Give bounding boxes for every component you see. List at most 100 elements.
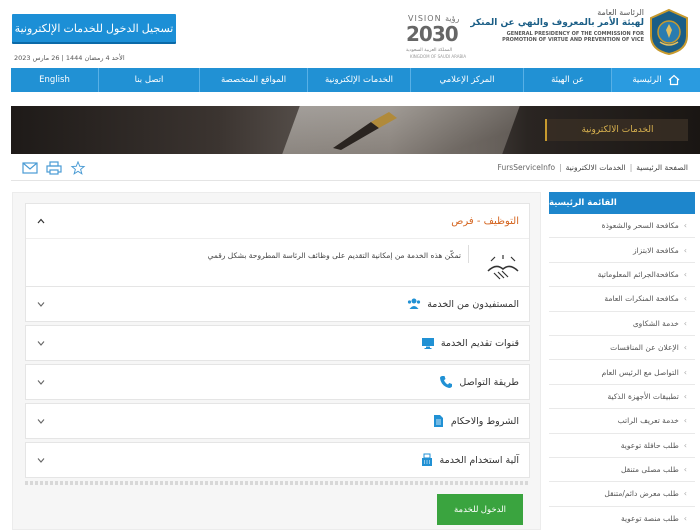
accordion-title-text: المستفيدون من الخدمة [427,298,519,310]
breadcrumb: الصفحة الرئيسية | الخدمات الالكترونية | … [498,163,688,172]
accordion-header-employment[interactable]: التوظيف - فرص [26,204,529,238]
sidebar-item[interactable]: › تطبيقات الأجهزة الذكية [549,385,695,410]
sidebar-menu: القائمة الرئيسية › مكافحة السحر والشعوذة … [549,192,695,530]
accordion-contact-method[interactable]: طريقة التواصل [25,364,530,400]
accordion-title-text: قنوات تقديم الخدمة [440,337,519,349]
sidebar-item[interactable]: › طلب حافلة توعوية [549,434,695,458]
sidebar-item[interactable]: › طلب منصة توعوية [549,507,695,530]
chevron-left-icon: › [683,343,687,353]
vision-sub-en: KINGDOM OF SAUDI ARABIA [410,54,467,59]
chevron-down-icon[interactable] [36,299,46,309]
sidebar-item[interactable]: › مكافحة الابتزاز [549,238,695,263]
page-banner: الخدمات الالكترونية [11,106,700,154]
chevron-down-icon[interactable] [36,455,46,465]
main-nav: الرئيسية عن الهيئة المركز الإعلامي الخدم… [11,68,700,92]
home-icon [668,74,680,86]
divider [11,180,700,181]
email-icon[interactable] [22,161,38,175]
chevron-left-icon: › [683,391,687,401]
nav-media-center[interactable]: المركز الإعلامي [410,68,523,92]
sidebar-item-label: التواصل مع الرئيس العام [601,367,679,377]
accordion-usage-mechanism[interactable]: آلية استخدام الخدمة [25,442,530,478]
users-icon [408,298,421,309]
breadcrumb-separator: | [559,163,562,172]
chevron-down-icon[interactable] [36,416,46,426]
handshake-icon [487,255,519,280]
vision-2030-logo: VISION رؤية 2030 المملكة العربية السعودي… [396,12,474,60]
sidebar-item-label: الإعلان عن المنافسات [610,343,679,353]
sidebar-item-label: مكافحة المنكرات العامة [604,294,679,304]
breadcrumb-services[interactable]: الخدمات الالكترونية [566,163,626,172]
chevron-left-icon: › [683,294,687,304]
enter-service-button[interactable]: الدخول للخدمة [437,494,523,525]
chevron-left-icon: › [683,318,687,328]
nav-about[interactable]: عن الهيئة [523,68,611,92]
sidebar-item-label: تطبيقات الأجهزة الذكية [607,391,679,401]
banner-title: الخدمات الالكترونية [545,119,688,141]
chevron-down-icon[interactable] [36,377,46,387]
nav-eservices[interactable]: الخدمات الإلكترونية [307,68,410,92]
chevron-left-icon: › [683,367,687,377]
org-name-ar-line1: الرئاسة العامة [597,8,644,17]
fax-icon [421,453,432,466]
sidebar-item-label: طلب منصة توعوية [620,513,679,523]
divider [468,245,469,263]
sidebar-item[interactable]: › التواصل مع الرئيس العام [549,360,695,385]
accordion-title: قنوات تقديم الخدمة [421,336,519,350]
sidebar-item[interactable]: › طلب معرض دائم/متنقل [549,482,695,507]
current-date: الأحد 4 رمضان 1444 | 26 مارس 2023 [14,54,125,62]
sidebar-item[interactable]: › طلب مصلى متنقل [549,458,695,483]
chevron-left-icon: › [683,416,687,426]
accordion-title: التوظيف - فرص [451,215,519,227]
chevron-left-icon: › [683,245,687,255]
sidebar-item-label: خدمة تعريف الراتب [617,416,679,426]
accordion-service-channels[interactable]: قنوات تقديم الخدمة [25,325,530,361]
accordion-title-text: طريقة التواصل [459,376,519,388]
sidebar-item[interactable]: › خدمة الشكاوى [549,312,695,336]
accordion-title: آلية استخدام الخدمة [420,453,519,467]
chevron-left-icon: › [683,489,687,499]
accordion-beneficiaries[interactable]: المستفيدون من الخدمة [25,286,530,322]
service-details-panel: التوظيف - فرص تمكّن هذه الخدمة من إمكاني… [12,192,541,530]
chevron-left-icon: › [683,221,687,231]
phone-icon [440,376,453,388]
accordion-title: المستفيدون من الخدمة [407,297,519,311]
sidebar-item[interactable]: › مكافحة السحر والشعوذة [549,214,695,239]
breadcrumb-current: FursServiceInfo [497,163,556,172]
org-logo-icon[interactable] [648,8,690,56]
nav-english[interactable]: English [11,68,98,92]
breadcrumb-home[interactable]: الصفحة الرئيسية [636,163,688,172]
site-header: تسجيل الدخول للخدمات الإلكترونية الأحد 4… [0,0,700,68]
accordion-title-text: آلية استخدام الخدمة [439,454,519,466]
sidebar-title: القائمة الرئيسية [549,192,695,214]
print-icon[interactable] [46,161,62,175]
sidebar-item-label: طلب معرض دائم/متنقل [604,489,679,499]
chevron-left-icon: › [683,269,687,279]
sidebar-item-label: مكافحة الابتزاز [632,245,679,255]
page-tools [22,161,86,175]
accordion-employment: التوظيف - فرص تمكّن هذه الخدمة من إمكاني… [25,203,530,295]
accordion-title: طريقة التواصل [439,375,519,389]
chevron-up-icon[interactable] [36,216,46,226]
vision-sub-ar: المملكة العربية السعودية [406,48,453,53]
vision-number: 2030 [406,22,459,46]
accordion-terms[interactable]: الشروط والاحكام [25,403,530,439]
nav-home-label: الرئيسية [632,75,662,85]
nav-home[interactable]: الرئيسية [611,68,700,92]
nav-specialized-sites[interactable]: المواقع المتخصصة [199,68,307,92]
divider [25,481,530,485]
sidebar-item[interactable]: › الإعلان عن المنافسات [549,336,695,361]
accordion-title: الشروط والاحكام [431,414,519,428]
chevron-down-icon[interactable] [36,338,46,348]
nav-contact[interactable]: اتصل بنا [98,68,199,92]
monitor-icon [421,338,434,349]
chevron-left-icon: › [683,465,687,475]
sidebar-item[interactable]: › خدمة تعريف الراتب [549,409,695,434]
sidebar-item-label: خدمة الشكاوى [632,318,679,328]
favorite-star-icon[interactable] [70,161,86,175]
sidebar-item[interactable]: › مكافحة المنكرات العامة [549,287,695,312]
chevron-left-icon: › [683,440,687,450]
eservices-login-button[interactable]: تسجيل الدخول للخدمات الإلكترونية [12,14,176,42]
sidebar-item[interactable]: › مكافحةالجرائم المعلوماتية [549,263,695,288]
org-name-ar-line2: لهيئة الأمر بالمعروف والنهي عن المنكر [470,18,644,28]
